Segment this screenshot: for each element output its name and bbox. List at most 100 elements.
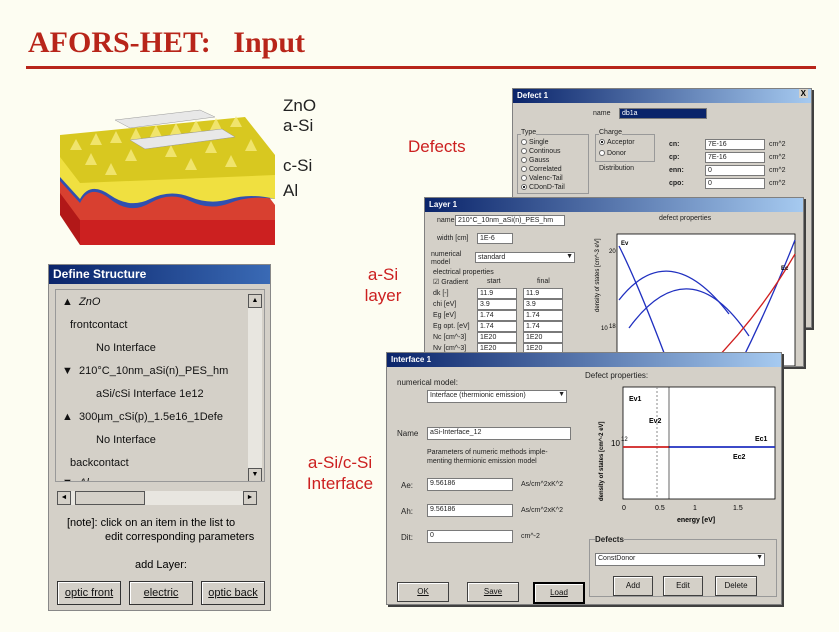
electric-button[interactable]: electric <box>129 581 193 605</box>
electrical-properties-label: electrical properties <box>433 269 494 276</box>
param-cn-field[interactable]: 7E-16 <box>705 139 765 150</box>
list-item-label: ZnO <box>79 296 101 308</box>
eg-opt-start-field[interactable]: 1.74 <box>477 321 517 332</box>
param-dit-field[interactable]: 0 <box>427 530 513 543</box>
list-item-asi-csi-interface[interactable]: aSi/cSi Interface 1e12 <box>96 388 204 400</box>
type-option-label: Single <box>529 139 549 146</box>
defects-select[interactable]: ConstDonor ▼ <box>595 553 765 566</box>
dk-start-field[interactable]: 11.9 <box>477 288 517 299</box>
list-item-frontcontact[interactable]: frontcontact <box>70 319 127 331</box>
interface-model-label: numerical model: <box>397 378 458 387</box>
defect-titlebar: Defect 1 X <box>513 89 811 103</box>
gradient-checkbox[interactable]: ☑ Gradient <box>433 278 468 286</box>
final-column-header: final <box>537 278 550 285</box>
close-icon[interactable]: X <box>798 89 808 98</box>
label-interface: a-Si/c-Si Interface <box>300 452 380 494</box>
list-item-zno[interactable]: ▲ ZnO <box>62 296 100 308</box>
radio-icon <box>521 157 527 164</box>
interface-name-field[interactable]: aSi-Interface_12 <box>427 427 571 440</box>
type-continous-radio[interactable]: Continous <box>521 148 561 155</box>
list-item-label: 300µm_cSi(p)_1.5e16_1Defe <box>79 411 223 423</box>
layer-window: Layer 1 name 210°C_10nm_aSi(n)_PES_hm wi… <box>424 197 804 367</box>
param-ae-unit: As/cm^2xK^2 <box>521 481 563 488</box>
scroll-right-icon[interactable]: ► <box>243 491 257 505</box>
note-line-2: edit corresponding parameters <box>105 531 255 543</box>
type-option-label: Correlated <box>529 166 562 173</box>
vertical-scrollbar[interactable]: ▲ ▼ <box>248 294 262 481</box>
param-ah-field[interactable]: 9.56186 <box>427 504 513 517</box>
scroll-up-icon[interactable]: ▲ <box>248 294 262 308</box>
numerical-model-select[interactable]: standard ▼ <box>475 252 575 263</box>
radio-icon <box>521 148 527 155</box>
param-enn-field[interactable]: 0 <box>705 165 765 176</box>
label-ec1: Ec1 <box>755 436 768 443</box>
dropdown-arrow-icon: ▼ <box>558 391 565 398</box>
list-item-asi-layer[interactable]: ▼ 210°C_10nm_aSi(n)_PES_hm <box>62 365 228 377</box>
type-single-radio[interactable]: Single <box>521 139 548 146</box>
charge-label: Charge <box>599 129 622 136</box>
type-cdond-tail-radio[interactable]: CDonD-Tail <box>521 184 565 191</box>
list-item-backcontact[interactable]: backcontact <box>70 457 129 469</box>
charge-acceptor-radio[interactable]: Acceptor <box>599 139 635 146</box>
row-label-eg: Eg [eV] <box>433 312 456 319</box>
chi-start-field[interactable]: 3.9 <box>477 299 517 310</box>
type-gauss-radio[interactable]: Gauss <box>521 157 549 164</box>
nc-start-field[interactable]: 1E20 <box>477 332 517 343</box>
layer-width-field[interactable]: 1E-6 <box>477 233 513 244</box>
eg-opt-final-field[interactable]: 1.74 <box>523 321 563 332</box>
type-valenc-tail-radio[interactable]: Valenc-Tail <box>521 175 563 182</box>
charge-donor-radio[interactable]: Donor <box>599 150 626 157</box>
horizontal-scrollbar[interactable]: ◄ ► <box>57 491 257 505</box>
load-button[interactable]: Load <box>533 582 585 604</box>
label-ec2: Ec2 <box>733 454 746 461</box>
type-option-label: CDonD-Tail <box>529 184 565 191</box>
interface-titlebar: Interface 1 <box>387 353 781 367</box>
list-item-no-interface-2[interactable]: No Interface <box>96 434 156 446</box>
type-option-label: Valenc-Tail <box>529 175 563 182</box>
interface-defect-properties-label: Defect properties: <box>585 371 649 380</box>
list-item-al[interactable]: ▼ Al <box>62 477 89 481</box>
defect-add-button[interactable]: Add <box>613 576 653 596</box>
param-ae-field[interactable]: 9.56186 <box>427 478 513 491</box>
layer-defect-properties-label: defect properties <box>659 215 712 222</box>
list-item-csi-layer[interactable]: ▲ 300µm_cSi(p)_1.5e16_1Defe <box>62 411 223 423</box>
defect-name-field[interactable]: db1a <box>619 108 707 119</box>
defect-edit-button[interactable]: Edit <box>663 576 703 596</box>
label-interface-line1: a-Si/c-Si <box>307 453 373 472</box>
define-structure-window: Define Structure ▲ ZnO frontcontact No I… <box>48 264 271 611</box>
charge-option-label: Acceptor <box>607 139 635 146</box>
optic-back-button[interactable]: optic back <box>201 581 265 605</box>
list-item-label: frontcontact <box>70 319 128 331</box>
solar-cell-illustration <box>60 109 275 245</box>
scroll-down-icon[interactable]: ▼ <box>248 468 262 481</box>
label-asi-layer-line1: a-Si <box>367 265 399 284</box>
param-cp-unit: cm^2 <box>769 154 786 161</box>
nc-final-field[interactable]: 1E20 <box>523 332 563 343</box>
ok-button[interactable]: OK <box>397 582 449 602</box>
scroll-left-icon[interactable]: ◄ <box>57 491 71 505</box>
dk-final-field[interactable]: 11.9 <box>523 288 563 299</box>
interface-plot-xlabel: energy [eV] <box>677 517 715 524</box>
expand-up-icon: ▲ <box>62 296 73 308</box>
param-cpo-field[interactable]: 0 <box>705 178 765 189</box>
optic-front-button[interactable]: optic front <box>57 581 121 605</box>
interface-xtick-1: 1 <box>693 505 697 512</box>
param-ae-label: Ae: <box>401 481 414 490</box>
interface-model-select[interactable]: Interface (thermionic emission) ▼ <box>427 390 567 403</box>
param-enn-unit: cm^2 <box>769 167 786 174</box>
save-button[interactable]: Save <box>467 582 519 602</box>
layer-plot-tick-18: 18 <box>609 324 616 330</box>
chi-final-field[interactable]: 3.9 <box>523 299 563 310</box>
eg-start-field[interactable]: 1.74 <box>477 310 517 321</box>
type-correlated-radio[interactable]: Correlated <box>521 166 562 173</box>
param-dit-unit: cm^-2 <box>521 533 540 540</box>
defect-delete-button[interactable]: Delete <box>715 576 757 596</box>
label-zno: ZnO <box>283 96 317 115</box>
list-item-no-interface-1[interactable]: No Interface <box>96 342 156 354</box>
eg-final-field[interactable]: 1.74 <box>523 310 563 321</box>
layer-name-field[interactable]: 210°C_10nm_aSi(n)_PES_hm <box>455 215 565 226</box>
param-cp-field[interactable]: 7E-16 <box>705 152 765 163</box>
structure-list[interactable]: ▲ ZnO frontcontact No Interface ▼ 210°C_… <box>55 289 265 482</box>
scroll-thumb[interactable] <box>75 491 145 505</box>
defects-select-value: ConstDonor <box>598 555 636 562</box>
